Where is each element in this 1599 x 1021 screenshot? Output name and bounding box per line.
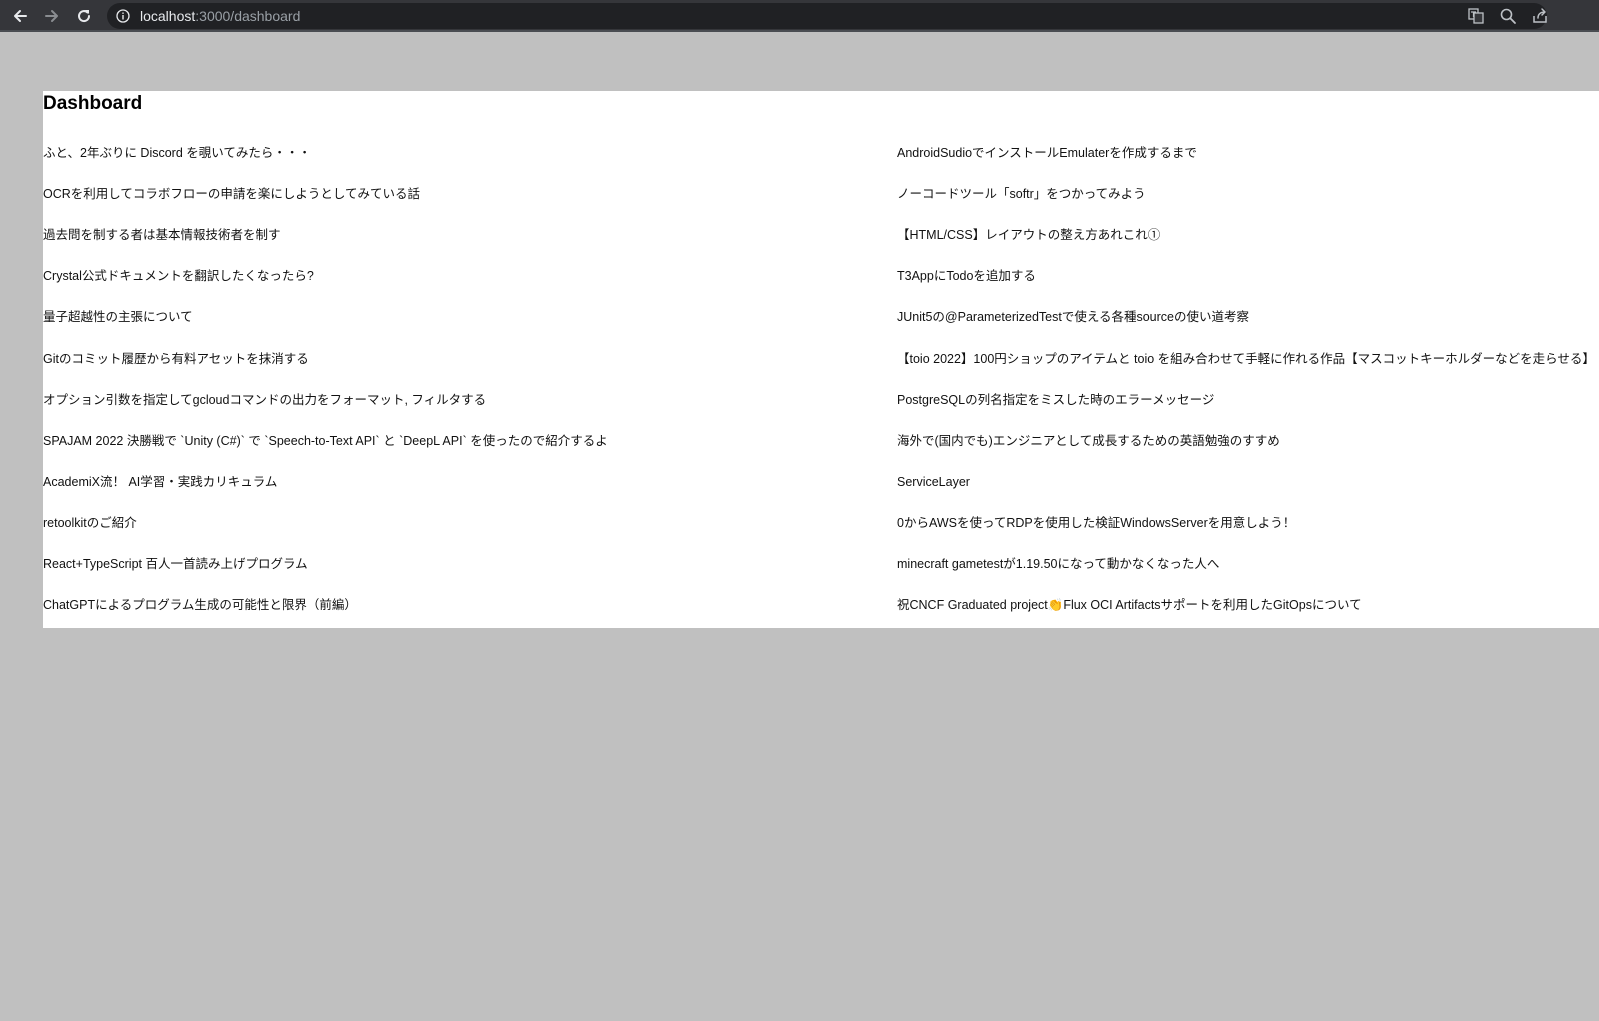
article-link[interactable]: Gitのコミット履歴から有料アセットを抹消する [43,351,309,367]
article-link[interactable]: retoolkitのご紹介 [43,515,137,531]
article-link[interactable]: ServiceLayer [897,474,970,490]
article-link[interactable]: オプション引数を指定してgcloudコマンドの出力をフォーマット, フィルタする [43,392,486,408]
reload-button[interactable] [72,4,96,28]
article-link[interactable]: Crystal公式ドキュメントを翻訳したくなったら? [43,268,314,284]
article-link[interactable]: React+TypeScript 百人一首読み上げプログラム [43,556,308,572]
article-link[interactable]: OCRを利用してコラボフローの申請を楽にしようとしてみている話 [43,186,420,202]
share-icon[interactable] [1531,7,1549,25]
page-title: Dashboard [43,93,143,114]
article-link[interactable]: minecraft gametestが1.19.50になって動かなくなった人へ [897,556,1219,572]
info-icon[interactable] [116,9,130,23]
dashboard-container: Dashboard ふと、2年ぶりに Discord を覗いてみたら・・・ OCR… [43,91,1599,628]
address-bar[interactable]: localhost:3000/dashboard [107,3,1547,29]
reload-icon [78,10,91,23]
article-link[interactable]: T3AppにTodoを追加する [897,268,1036,284]
article-link[interactable]: ふと、2年ぶりに Discord を覗いてみたら・・・ [43,145,311,161]
article-link[interactable]: SPAJAM 2022 決勝戦で `Unity (C#)` で `Speech-… [43,433,608,449]
article-link[interactable]: JUnit5の@ParameterizedTestで使える各種sourceの使い… [897,309,1249,325]
back-button[interactable] [8,4,32,28]
article-link[interactable]: 0からAWSを使ってRDPを使用した検証WindowsServerを用意しよう！ [897,515,1295,531]
article-link[interactable]: AndroidSudioでインストールEmulaterを作成するまで [897,145,1197,161]
article-link[interactable]: 量子超越性の主張について [43,309,193,325]
forward-arrow-icon [45,10,58,22]
translate-icon[interactable] [1467,7,1485,25]
url-text[interactable]: localhost:3000/dashboard [140,8,300,24]
article-link[interactable]: 過去問を制する者は基本情報技術者を制す [43,227,281,243]
url-host: localhost [140,8,196,24]
back-arrow-icon [14,10,27,22]
zoom-icon[interactable] [1499,7,1517,25]
article-link[interactable]: 海外で(国内でも)エンジニアとして成長するための英語勉強のすすめ [897,433,1280,449]
forward-button[interactable] [40,4,64,28]
browser-toolbar: localhost:3000/dashboard [0,0,1599,32]
article-link[interactable]: PostgreSQLの列名指定をミスした時のエラーメッセージ [897,392,1214,408]
article-link[interactable]: 祝CNCF Graduated project👏Flux OCI Artifac… [897,597,1362,613]
article-link[interactable]: ノーコードツール「softr」をつかってみよう [897,186,1146,202]
url-path: :3000/dashboard [195,8,301,24]
article-link[interactable]: ChatGPTによるプログラム生成の可能性と限界（前編） [43,597,357,613]
article-link[interactable]: 【HTML/CSS】レイアウトの整え方あれこれ① [897,227,1160,243]
article-link[interactable]: 【toio 2022】100円ショップのアイテムと toio を組み合わせて手軽… [897,351,1595,367]
article-link[interactable]: AcademiX流！ AI学習・実践カリキュラム [43,474,277,490]
